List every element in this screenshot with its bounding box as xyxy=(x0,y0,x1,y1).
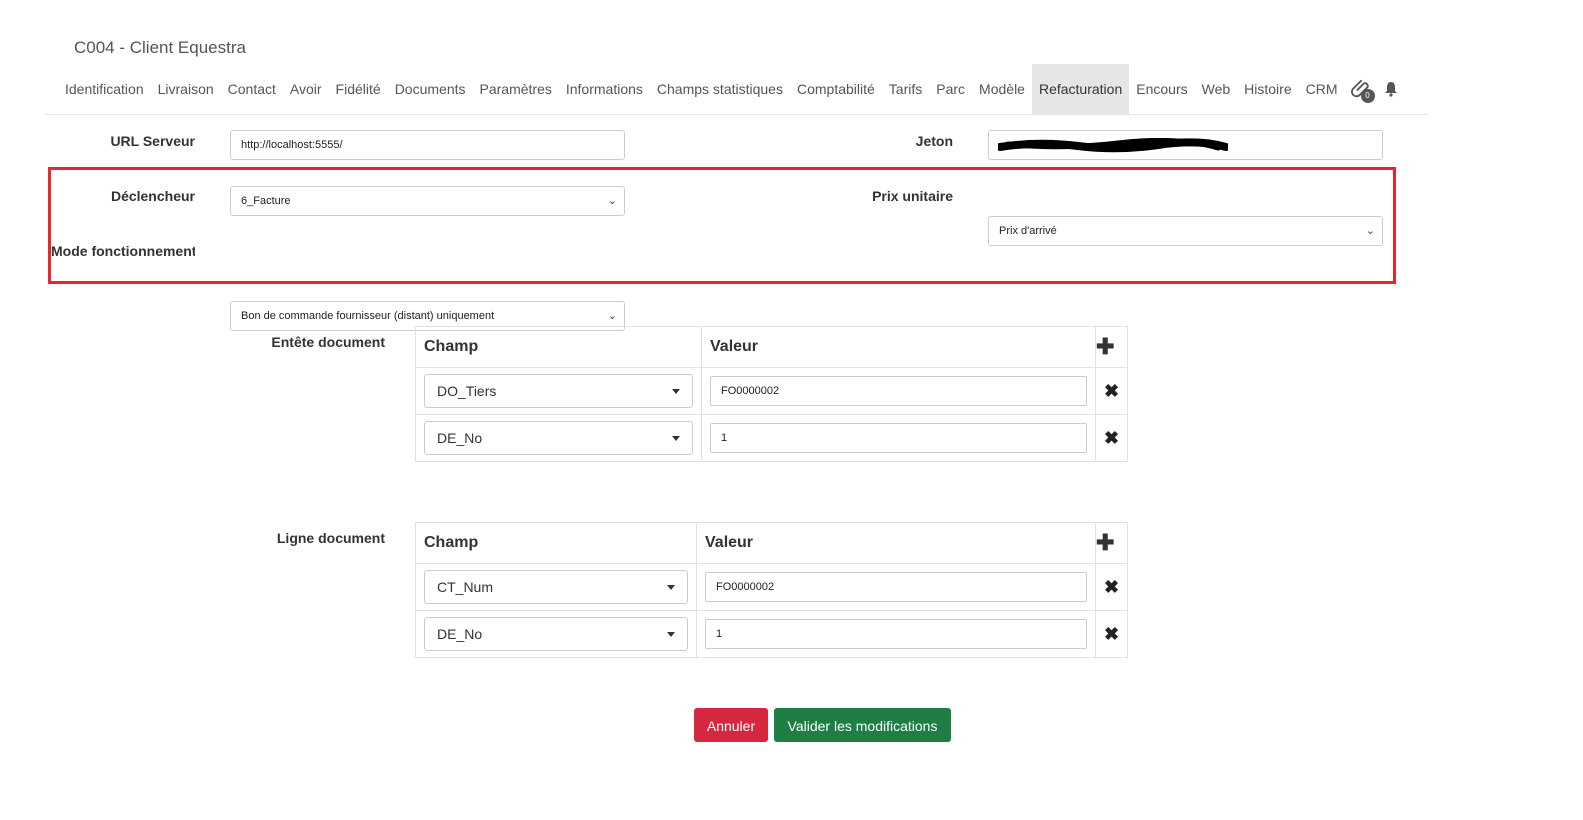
tab-informations[interactable]: Informations xyxy=(559,64,650,114)
mode-label-wrapper: Mode fonctionnement xyxy=(51,243,195,261)
tab-crm[interactable]: CRM xyxy=(1299,64,1345,114)
tab-livraison[interactable]: Livraison xyxy=(151,64,221,114)
tab-tarifs[interactable]: Tarifs xyxy=(882,64,929,114)
url-server-input[interactable]: http://localhost:5555/ xyxy=(230,130,625,160)
table-row: DE_No 1 ✖ xyxy=(415,414,1128,462)
cancel-button[interactable]: Annuler xyxy=(694,708,768,742)
value-input[interactable]: FO0000002 xyxy=(705,572,1087,602)
tab-bar: Identification Livraison Contact Avoir F… xyxy=(58,64,1403,114)
unit-price-label: Prix unitaire xyxy=(872,188,953,204)
tab-histoire[interactable]: Histoire xyxy=(1237,64,1298,114)
value-input[interactable]: 1 xyxy=(710,423,1087,453)
tab-attachments[interactable]: 0 xyxy=(1345,64,1379,114)
header-table-label: Entête document xyxy=(271,334,385,350)
caret-down-icon xyxy=(667,585,675,590)
unit-price-select[interactable]: Prix d'arrivé ⌄ xyxy=(988,216,1383,246)
close-icon: ✖ xyxy=(1103,623,1120,644)
column-header-field: Champ xyxy=(415,326,702,368)
tab-avoir[interactable]: Avoir xyxy=(283,64,329,114)
line-fields-table: Champ Valeur ✚ CT_Num FO0000002 ✖ DE_No … xyxy=(415,522,1128,658)
add-row-button[interactable]: ✚ xyxy=(1095,522,1128,564)
unit-price-select-value: Prix d'arrivé xyxy=(999,225,1057,237)
tab-identification[interactable]: Identification xyxy=(58,64,151,114)
field-select[interactable]: CT_Num xyxy=(424,570,688,604)
tab-contact[interactable]: Contact xyxy=(221,64,283,114)
tab-champs-statistiques[interactable]: Champs statistiques xyxy=(650,64,790,114)
field-select[interactable]: DE_No xyxy=(424,617,688,651)
url-server-label: URL Serveur xyxy=(110,133,195,149)
tab-notifications[interactable] xyxy=(1379,64,1403,114)
value-input[interactable]: 1 xyxy=(705,619,1087,649)
column-header-value: Valeur xyxy=(701,326,1096,368)
trigger-select-value: 6_Facture xyxy=(241,195,291,207)
line-table-label: Ligne document xyxy=(276,530,385,546)
mode-label: Mode fonctionnement xyxy=(51,243,195,259)
chevron-down-icon: ⌄ xyxy=(1365,225,1375,237)
field-select[interactable]: DE_No xyxy=(424,421,693,455)
column-header-field: Champ xyxy=(415,522,697,564)
token-label: Jeton xyxy=(915,133,953,149)
redaction-scribble xyxy=(998,138,1228,153)
chevron-down-icon: ⌄ xyxy=(607,195,617,207)
close-icon: ✖ xyxy=(1103,576,1120,597)
tab-encours[interactable]: Encours xyxy=(1129,64,1194,114)
delete-row-button[interactable]: ✖ xyxy=(1095,563,1128,611)
delete-row-button[interactable]: ✖ xyxy=(1095,414,1128,462)
field-select-value: DO_Tiers xyxy=(437,383,497,399)
table-row: CT_Num FO0000002 ✖ xyxy=(415,563,1128,611)
tab-fidelite[interactable]: Fidélité xyxy=(329,64,388,114)
field-select-value: DE_No xyxy=(437,430,483,446)
tab-divider xyxy=(45,114,1428,115)
bell-icon xyxy=(1384,82,1397,97)
field-select-value: CT_Num xyxy=(437,579,494,595)
field-select-value: DE_No xyxy=(437,626,483,642)
column-header-value: Valeur xyxy=(696,522,1096,564)
header-fields-table: Champ Valeur ✚ DO_Tiers FO0000002 ✖ DE_N… xyxy=(415,326,1128,462)
tab-comptabilite[interactable]: Comptabilité xyxy=(790,64,882,114)
delete-row-button[interactable]: ✖ xyxy=(1095,367,1128,415)
tab-documents[interactable]: Documents xyxy=(388,64,473,114)
tab-web[interactable]: Web xyxy=(1195,64,1238,114)
caret-down-icon xyxy=(672,436,680,441)
trigger-label: Déclencheur xyxy=(110,188,195,204)
attachment-count-badge: 0 xyxy=(1360,89,1375,103)
value-input[interactable]: FO0000002 xyxy=(710,376,1087,406)
save-changes-button[interactable]: Valider les modifications xyxy=(774,708,951,742)
table-row: DO_Tiers FO0000002 ✖ xyxy=(415,367,1128,415)
tab-parametres[interactable]: Paramètres xyxy=(473,64,559,114)
plus-icon: ✚ xyxy=(1096,530,1115,555)
plus-icon: ✚ xyxy=(1096,334,1115,359)
close-icon: ✖ xyxy=(1103,380,1120,401)
tab-parc[interactable]: Parc xyxy=(929,64,972,114)
page-title: C004 - Client Equestra xyxy=(74,38,246,57)
tab-modele[interactable]: Modèle xyxy=(972,64,1032,114)
delete-row-button[interactable]: ✖ xyxy=(1095,610,1128,658)
trigger-select[interactable]: 6_Facture ⌄ xyxy=(230,186,625,216)
table-row: DE_No 1 ✖ xyxy=(415,610,1128,658)
caret-down-icon xyxy=(672,389,680,394)
close-icon: ✖ xyxy=(1103,427,1120,448)
caret-down-icon xyxy=(667,632,675,637)
add-row-button[interactable]: ✚ xyxy=(1095,326,1128,368)
mode-select-value: Bon de commande fournisseur (distant) un… xyxy=(241,310,495,322)
field-select[interactable]: DO_Tiers xyxy=(424,374,693,408)
tab-refacturation[interactable]: Refacturation xyxy=(1031,64,1130,114)
